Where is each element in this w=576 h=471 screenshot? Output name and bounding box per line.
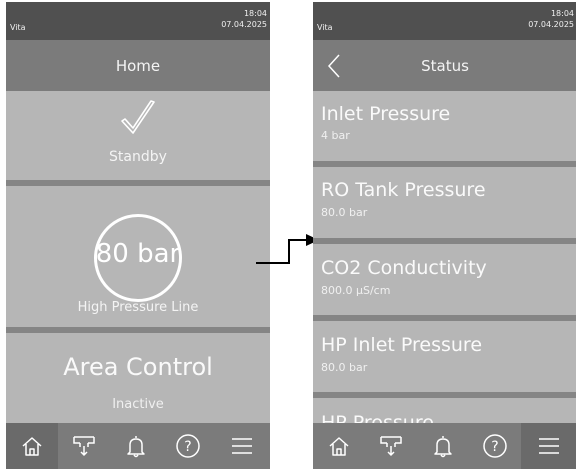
bell-icon bbox=[434, 436, 452, 458]
svg-text:?: ? bbox=[491, 439, 498, 455]
menu-icon bbox=[539, 438, 559, 454]
status-item-inlet-pressure[interactable]: Inlet Pressure 4 bar bbox=[313, 91, 576, 161]
status-item-ro-tank-pressure[interactable]: RO Tank Pressure 80.0 bar bbox=[313, 167, 576, 238]
bottom-nav: ? bbox=[313, 423, 576, 469]
nav-menu-button[interactable] bbox=[521, 423, 576, 469]
status-item-value: 80.0 bar bbox=[321, 361, 368, 374]
status-item-title: CO2 Conductivity bbox=[321, 257, 487, 279]
status-item-value: 800.0 µS/cm bbox=[321, 284, 391, 297]
home-icon bbox=[329, 437, 349, 456]
nav-home-button[interactable] bbox=[313, 423, 365, 469]
status-item-co2-conductivity[interactable]: CO2 Conductivity 800.0 µS/cm bbox=[313, 244, 576, 315]
clock-date: 07.04.2025 bbox=[528, 20, 574, 29]
nav-distribution-button[interactable] bbox=[365, 423, 417, 469]
status-item-title: Inlet Pressure bbox=[321, 103, 451, 125]
status-bar: Vita 18:04 07.04.2025 bbox=[313, 2, 576, 40]
page-title-bar: Status bbox=[313, 40, 576, 91]
page-title: Status bbox=[421, 56, 469, 75]
distribution-icon bbox=[380, 436, 402, 457]
nav-alerts-button[interactable] bbox=[417, 423, 469, 469]
status-item-value: 4 bar bbox=[321, 129, 350, 142]
help-icon: ? bbox=[483, 434, 507, 458]
status-item-hp-inlet-pressure[interactable]: HP Inlet Pressure 80.0 bar bbox=[313, 321, 576, 392]
nav-help-button[interactable]: ? bbox=[469, 423, 521, 469]
status-item-value: 80.0 bar bbox=[321, 206, 368, 219]
brand-label: Vita bbox=[317, 23, 333, 32]
chevron-left-icon[interactable] bbox=[327, 53, 341, 79]
status-item-title: RO Tank Pressure bbox=[321, 179, 486, 201]
status-item-title: HP Inlet Pressure bbox=[321, 334, 483, 356]
status-screen: Vita 18:04 07.04.2025 Status Inlet Press… bbox=[313, 2, 576, 469]
clock-time: 18:04 bbox=[550, 9, 574, 18]
